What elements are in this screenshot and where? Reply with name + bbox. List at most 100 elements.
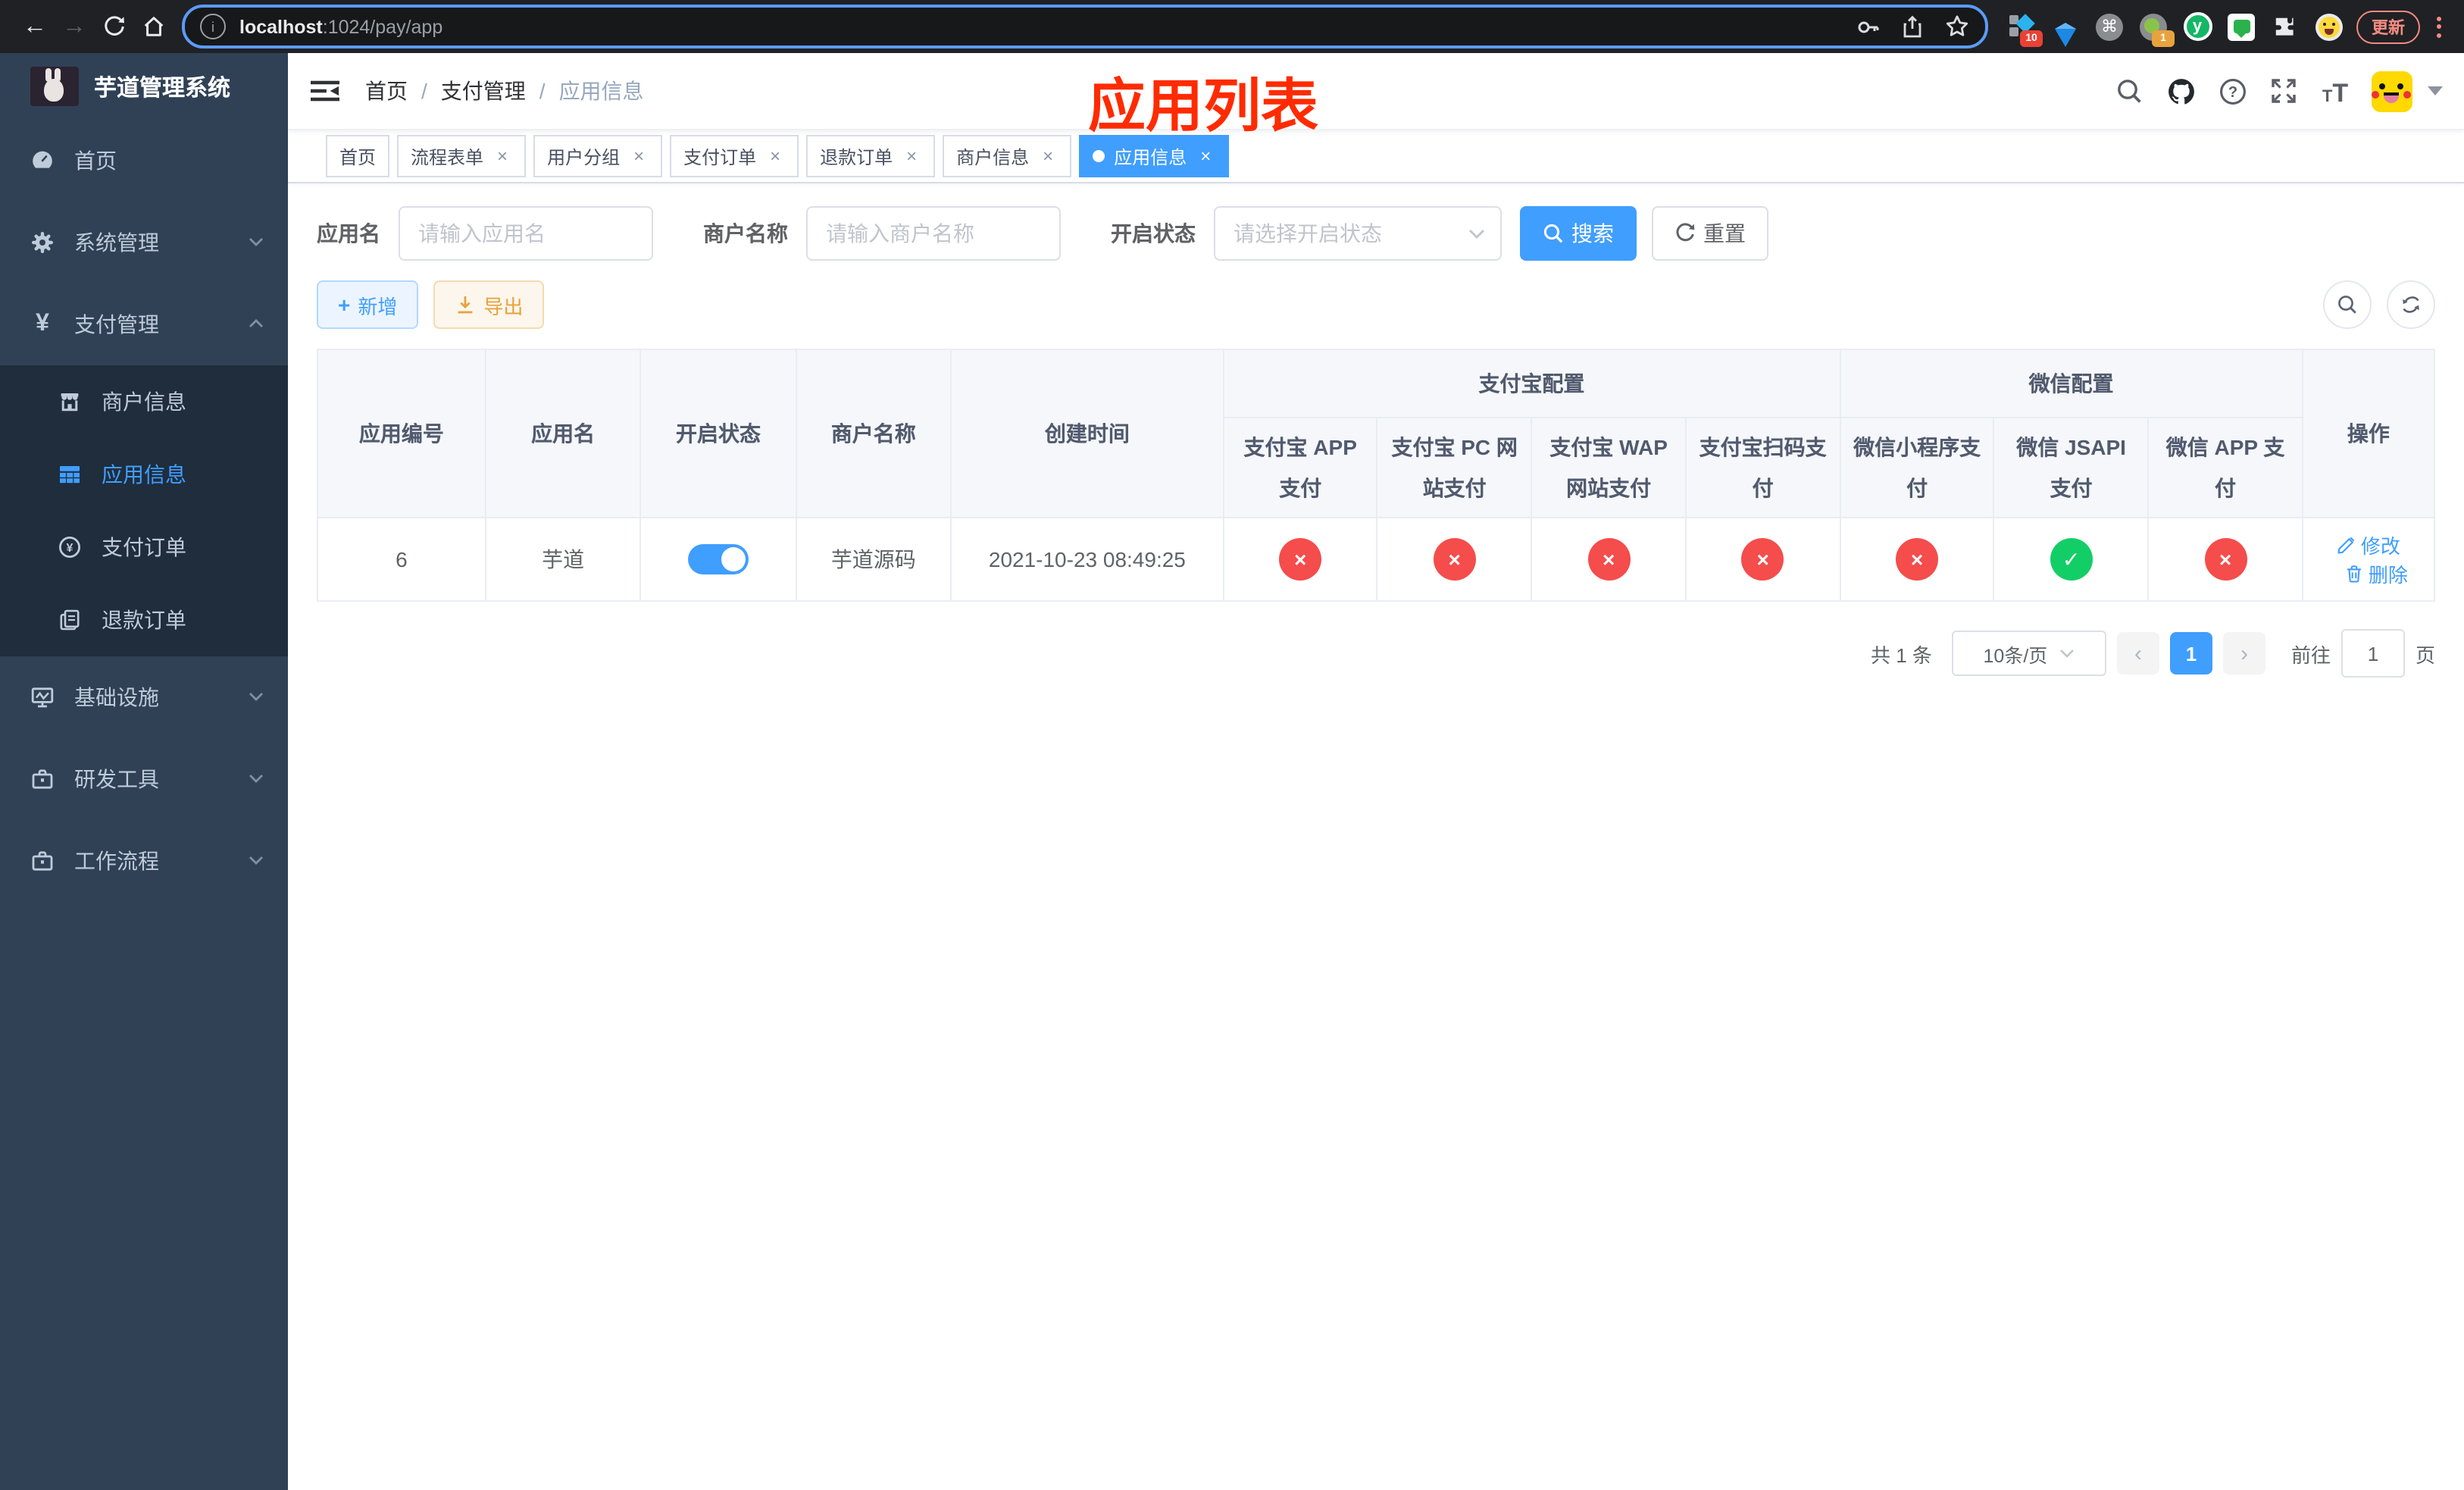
bookmark-star-icon[interactable] xyxy=(1944,14,1970,39)
sidebar-item-infrastructure[interactable]: 基础设施 xyxy=(0,656,288,738)
tag-label: 首页 xyxy=(339,146,377,167)
extension-chat[interactable] xyxy=(2226,11,2256,42)
y-letter: y xyxy=(2192,17,2203,35)
font-size-button[interactable]: TT xyxy=(2320,76,2350,106)
sidebar-item-merchant-info[interactable]: 商户信息 xyxy=(0,365,288,438)
chevron-down-icon xyxy=(249,855,264,866)
col-header-alipay-pc: 支付宝 PC 网站支付 xyxy=(1376,417,1533,518)
delete-link[interactable]: 删除 xyxy=(2344,559,2408,588)
close-icon[interactable]: × xyxy=(902,146,921,167)
logo-rabbit-image xyxy=(30,67,79,106)
chevron-down-icon xyxy=(1469,229,1484,238)
svg-text:¥: ¥ xyxy=(67,542,73,555)
chevron-down-icon xyxy=(2060,650,2075,658)
sidebar-item-pay-order[interactable]: ¥ 支付订单 xyxy=(0,511,288,584)
tag-process-form[interactable]: 流程表单 × xyxy=(397,135,527,177)
extension-y[interactable]: y xyxy=(2182,11,2212,42)
prev-page-button[interactable]: ‹ xyxy=(2116,632,2159,675)
status-label: 开启状态 xyxy=(1111,221,1196,246)
page-size-select[interactable]: 10条/页 xyxy=(1951,631,2106,676)
url-text[interactable]: localhost:1024/pay/app xyxy=(239,16,1856,37)
export-button[interactable]: 导出 xyxy=(433,280,545,329)
github-link-button[interactable] xyxy=(2165,76,2196,106)
pencil-icon xyxy=(2337,537,2355,554)
browser-home-button[interactable] xyxy=(133,7,173,46)
sidebar-item-payment[interactable]: ¥ 支付管理 xyxy=(0,283,288,365)
extension-command[interactable]: ⌘ xyxy=(2094,11,2125,42)
goto-page-input[interactable] xyxy=(2340,629,2405,678)
extension-blue-diamond[interactable]: 10 xyxy=(2006,11,2043,46)
question-circle-icon: ? xyxy=(2219,78,2245,104)
sidebar-item-label: 退款订单 xyxy=(102,608,186,632)
add-button[interactable]: + 新增 xyxy=(317,280,419,329)
extension-emoji-avatar[interactable] xyxy=(2314,11,2344,42)
download-icon xyxy=(455,294,476,315)
close-icon[interactable]: × xyxy=(1038,146,1058,167)
page-number-1[interactable]: 1 xyxy=(2169,632,2212,675)
merchant-name-input[interactable] xyxy=(806,206,1061,261)
extension-gem[interactable] xyxy=(2050,11,2081,46)
search-button[interactable]: 搜索 xyxy=(1520,206,1637,261)
annotation-app-list: 应用列表 xyxy=(1088,76,1319,139)
sidebar-item-dev-tools[interactable]: 研发工具 xyxy=(0,738,288,820)
address-bar[interactable]: i localhost:1024/pay/app xyxy=(182,5,1988,49)
avatar-caret-icon[interactable] xyxy=(2428,86,2443,95)
next-page-button[interactable]: › xyxy=(2222,632,2265,675)
breadcrumb-home[interactable]: 首页 xyxy=(365,76,408,106)
refresh-table-button[interactable] xyxy=(2387,280,2435,329)
cell-merchant: 芋道源码 xyxy=(795,517,952,602)
app-title: 芋道管理系统 xyxy=(94,75,231,101)
sidebar-logo[interactable]: 芋道管理系统 xyxy=(0,53,288,120)
col-header-alipay-qr: 支付宝扫码支付 xyxy=(1684,417,1841,518)
puzzle-icon xyxy=(2275,17,2294,35)
browser-menu-button[interactable] xyxy=(2429,16,2449,37)
col-header-alipay-wap: 支付宝 WAP 网站支付 xyxy=(1531,417,1687,518)
tag-merchant-info[interactable]: 商户信息 × xyxy=(943,135,1072,177)
extensions-puzzle-button[interactable] xyxy=(2270,11,2300,42)
tag-label: 商户信息 xyxy=(956,146,1030,167)
tag-home[interactable]: 首页 xyxy=(326,135,390,177)
col-header-created: 创建时间 xyxy=(950,349,1224,518)
fullscreen-button[interactable] xyxy=(2269,76,2299,106)
browser-reload-button[interactable] xyxy=(94,7,133,46)
help-button[interactable]: ? xyxy=(2217,76,2247,106)
app-name-input[interactable] xyxy=(399,206,653,261)
fullscreen-icon xyxy=(2272,79,2296,103)
close-icon[interactable]: × xyxy=(765,146,785,167)
sidebar-collapse-button[interactable] xyxy=(311,77,341,105)
password-key-icon[interactable] xyxy=(1856,14,1881,39)
tag-refund-order[interactable]: 退款订单 × xyxy=(806,135,936,177)
site-info-icon[interactable]: i xyxy=(200,14,226,39)
close-icon[interactable]: × xyxy=(1196,146,1215,167)
browser-back-button[interactable]: ← xyxy=(15,7,55,46)
diamond-icon xyxy=(2015,13,2035,33)
share-icon[interactable] xyxy=(1900,14,1925,39)
group-header-wechat: 微信配置 xyxy=(1839,349,2303,418)
tag-user-group[interactable]: 用户分组 × xyxy=(533,135,663,177)
reset-button[interactable]: 重置 xyxy=(1652,206,1768,261)
browser-forward-button[interactable]: → xyxy=(55,7,94,46)
back-icon: ← xyxy=(23,13,47,39)
sidebar-item-system[interactable]: 系统管理 xyxy=(0,202,288,283)
close-icon[interactable]: × xyxy=(629,146,649,167)
header-search-button[interactable] xyxy=(2114,76,2144,106)
edit-link[interactable]: 修改 xyxy=(2337,531,2400,559)
chrome-update-button[interactable]: 更新 xyxy=(2356,10,2420,43)
breadcrumb-payment[interactable]: 支付管理 xyxy=(441,76,526,106)
extension-badge: 1 xyxy=(2152,30,2175,46)
sidebar-item-refund-order[interactable]: 退款订单 xyxy=(0,584,288,656)
status-select[interactable]: 请选择开启状态 xyxy=(1214,206,1502,261)
extension-notifier[interactable]: 1 xyxy=(2138,11,2175,46)
toggle-search-button[interactable] xyxy=(2323,280,2372,329)
close-icon[interactable]: × xyxy=(492,146,512,167)
chevron-down-icon xyxy=(249,773,264,784)
yen-icon: ¥ xyxy=(36,311,49,337)
top-navbar: 首页 / 支付管理 / 应用信息 ? T T xyxy=(288,53,2464,130)
sidebar-item-workflow[interactable]: 工作流程 xyxy=(0,820,288,902)
status-toggle[interactable] xyxy=(687,544,749,574)
sidebar-item-home[interactable]: 首页 xyxy=(0,120,288,202)
sidebar-item-app-info[interactable]: 应用信息 xyxy=(0,438,288,511)
tag-pay-order[interactable]: 支付订单 × xyxy=(670,135,799,177)
sidebar-item-label: 研发工具 xyxy=(74,767,159,791)
user-avatar[interactable] xyxy=(2372,70,2412,111)
